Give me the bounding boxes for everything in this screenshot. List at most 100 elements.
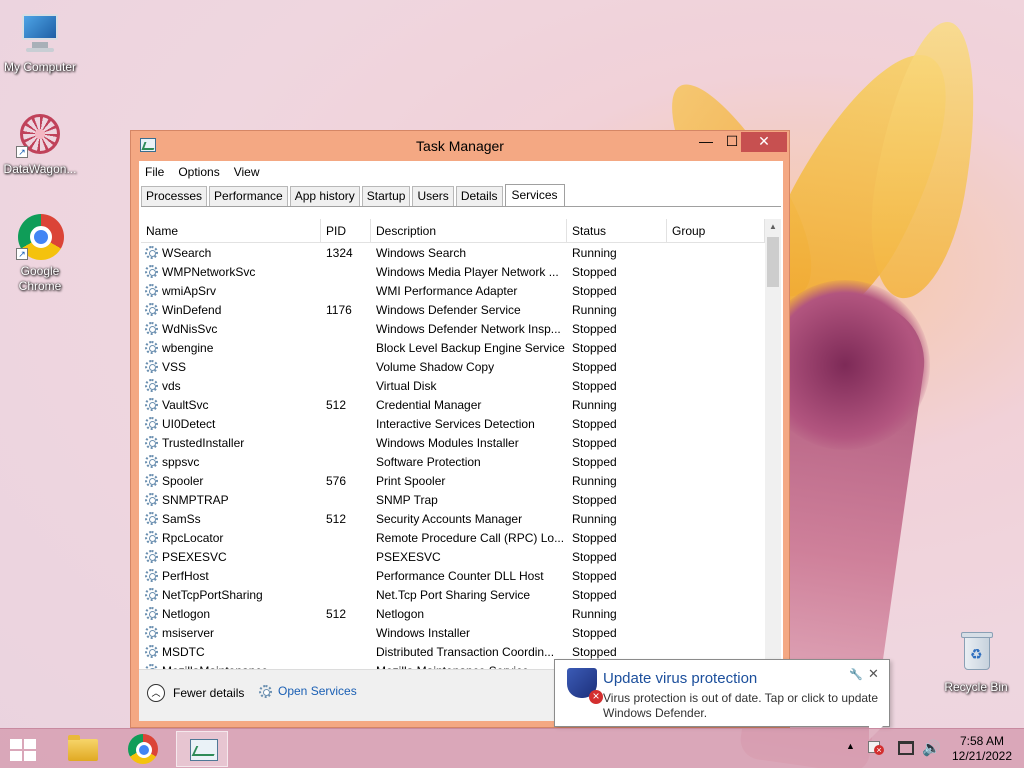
scroll-up-icon[interactable]: ▲ [765, 219, 781, 235]
volume-icon[interactable]: 🔊 [922, 739, 941, 768]
notification-title: Update virus protection [603, 670, 758, 687]
service-description: Windows Defender Network Insp... [376, 321, 561, 336]
service-description: Windows Modules Installer [376, 435, 519, 450]
desktop-icon-google-chrome[interactable]: ↗ Google Chrome [0, 214, 80, 294]
taskbar-task-manager[interactable] [176, 731, 228, 767]
table-row[interactable]: VaultSvc 512 Credential Manager Running [141, 395, 781, 414]
service-status: Stopped [572, 530, 617, 545]
service-name-cell: RpcLocator [141, 531, 321, 545]
service-name-cell: PerfHost [141, 569, 321, 583]
service-status: Running [572, 302, 617, 317]
service-gear-icon [145, 398, 158, 411]
table-row[interactable]: SamSs 512 Security Accounts Manager Running [141, 509, 781, 528]
column-header-status[interactable]: Status [567, 219, 667, 242]
service-gear-icon [145, 322, 158, 335]
scrollbar-thumb[interactable] [767, 237, 779, 287]
table-row[interactable]: sppsvc Software Protection Stopped [141, 452, 781, 471]
menu-bar: File Options View [139, 161, 783, 183]
tab-app-history[interactable]: App history [289, 186, 360, 206]
service-gear-icon [145, 550, 158, 563]
table-row[interactable]: TrustedInstaller Windows Modules Installe… [141, 433, 781, 452]
title-bar[interactable]: Task Manager — ☐ ✕ [131, 131, 789, 161]
service-description: Windows Installer [376, 625, 471, 640]
service-pid: 512 [326, 511, 347, 526]
table-row[interactable]: WinDefend 1176 Windows Defender Service Run… [141, 300, 781, 319]
tab-strip: Processes Performance App history Startu… [141, 184, 567, 206]
table-row[interactable]: SNMPTRAP SNMP Trap Stopped [141, 490, 781, 509]
service-name-cell: Netlogon [141, 607, 321, 621]
menu-view[interactable]: View [234, 165, 260, 179]
service-name: UI0Detect [162, 416, 216, 431]
table-body: WSearch 1324 Windows Search Running WMPNetwo… [141, 243, 781, 669]
tab-details[interactable]: Details [455, 186, 503, 206]
minimize-button[interactable]: — [693, 132, 719, 152]
notification-close-button[interactable]: ✕ [868, 666, 879, 682]
menu-options[interactable]: Options [178, 165, 219, 179]
service-gear-icon [145, 246, 158, 259]
service-gear-icon [145, 493, 158, 506]
table-row[interactable]: NetTcpPortSharing Net.Tcp Port Sharing Se… [141, 585, 781, 604]
service-gear-icon [145, 379, 158, 392]
table-row[interactable]: WMPNetworkSvc Windows Media Player Networ… [141, 262, 781, 281]
notification-balloon[interactable]: Update virus protection Virus protection… [554, 659, 890, 740]
table-row[interactable]: UI0Detect Interactive Services Detection S… [141, 414, 781, 433]
table-row[interactable]: RpcLocator Remote Procedure Call (RPC) Lo… [141, 528, 781, 547]
table-row[interactable]: vds Virtual Disk Stopped [141, 376, 781, 395]
network-icon[interactable] [898, 741, 914, 755]
tab-users[interactable]: Users [412, 186, 454, 206]
service-gear-icon [145, 284, 158, 297]
table-row[interactable]: wmiApSrv WMI Performance Adapter Stopped [141, 281, 781, 300]
table-row[interactable]: wbengine Block Level Backup Engine Servic… [141, 338, 781, 357]
desktop-icon-datawagon[interactable]: ↗ DataWagon... [0, 112, 80, 176]
open-services-link[interactable]: Open Services [259, 684, 357, 698]
service-description: Volume Shadow Copy [376, 359, 495, 374]
close-button[interactable]: ✕ [741, 132, 787, 152]
column-header-pid[interactable]: PID [321, 219, 371, 242]
service-name: WSearch [162, 245, 212, 260]
service-description: Distributed Transaction Coordin... [376, 644, 555, 659]
service-name: sppsvc [162, 454, 200, 469]
column-header-name[interactable]: Name [141, 219, 321, 242]
tab-startup[interactable]: Startup [361, 186, 411, 206]
table-row[interactable]: VSS Volume Shadow Copy Stopped [141, 357, 781, 376]
clock[interactable]: 7:58 AM 12/21/2022 [944, 734, 1020, 764]
service-gear-icon [145, 455, 158, 468]
wrench-icon[interactable]: 🔧 [849, 668, 863, 681]
taskbar-chrome[interactable] [116, 731, 168, 767]
vertical-scrollbar[interactable]: ▲ [765, 219, 781, 669]
desktop-icon-label: My Computer [3, 60, 77, 74]
tab-services[interactable]: Services [504, 184, 565, 206]
start-button[interactable] [0, 731, 52, 767]
desktop-icon-recycle-bin[interactable]: ♻ Recycle Bin [936, 630, 1016, 694]
service-pid: 512 [326, 606, 347, 621]
service-name-cell: vds [141, 379, 321, 393]
table-row[interactable]: PSEXESVC PSEXESVC Stopped [141, 547, 781, 566]
service-status: Stopped [572, 454, 617, 469]
column-header-group[interactable]: Group [667, 219, 765, 242]
table-row[interactable]: WdNisSvc Windows Defender Network Insp...… [141, 319, 781, 338]
service-name-cell: MSDTC [141, 645, 321, 659]
desktop-icon-my-computer[interactable]: My Computer [0, 10, 80, 74]
service-description: SNMP Trap [376, 492, 438, 507]
show-hidden-icons-button[interactable]: ▲ [846, 741, 855, 768]
task-manager-window[interactable]: Task Manager — ☐ ✕ File Options View Pro… [130, 130, 790, 728]
taskbar-file-explorer[interactable] [56, 731, 108, 767]
menu-file[interactable]: File [145, 165, 164, 179]
tab-processes[interactable]: Processes [141, 186, 208, 206]
fewer-details-button[interactable]: ︿ Fewer details [147, 684, 244, 702]
table-row[interactable]: Spooler 576 Print Spooler Running [141, 471, 781, 490]
table-row[interactable]: msiserver Windows Installer Stopped [141, 623, 781, 642]
tab-performance[interactable]: Performance [209, 186, 288, 206]
table-row[interactable]: Netlogon 512 Netlogon Running [141, 604, 781, 623]
service-name: msiserver [162, 625, 215, 640]
shortcut-arrow-icon: ↗ [16, 248, 28, 260]
service-gear-icon [145, 626, 158, 639]
service-name-cell: Spooler [141, 474, 321, 488]
table-row[interactable]: PerfHost Performance Counter DLL Host Stop… [141, 566, 781, 585]
table-row[interactable]: WSearch 1324 Windows Search Running [141, 243, 781, 262]
column-header-description[interactable]: Description [371, 219, 567, 242]
service-description: Security Accounts Manager [376, 511, 523, 526]
fewer-details-label: Fewer details [173, 686, 245, 700]
service-name-cell: TrustedInstaller [141, 436, 321, 450]
action-center-flag-icon[interactable] [868, 741, 884, 755]
